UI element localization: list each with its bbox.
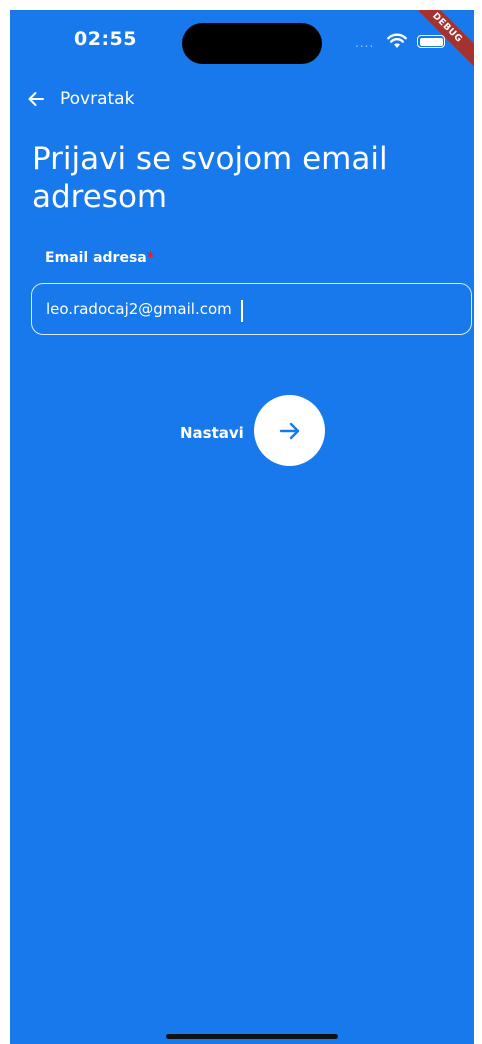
- required-mark: *: [146, 250, 155, 266]
- arrow-right-icon: [279, 422, 299, 439]
- email-label: Email adresa*: [45, 250, 154, 266]
- dynamic-island: [182, 23, 322, 64]
- back-button[interactable]: Povratak: [26, 86, 134, 112]
- home-indicator[interactable]: [166, 1034, 338, 1039]
- wifi-icon: [387, 33, 407, 48]
- battery-icon: [417, 35, 445, 48]
- status-time: 02:55: [74, 28, 137, 50]
- battery-level: [419, 37, 443, 46]
- continue-button[interactable]: [254, 395, 325, 466]
- arrow-left-icon: [28, 92, 44, 106]
- app-screen: 02:55 .... DEBUG Povratak Prijavi se svo…: [10, 10, 474, 1044]
- email-field[interactable]: [31, 283, 472, 335]
- text-cursor: [241, 300, 243, 322]
- back-label: Povratak: [60, 89, 135, 109]
- email-label-text: Email adresa: [45, 250, 147, 266]
- continue-label: Nastavi: [180, 424, 244, 442]
- page-title: Prijavi se svojom email adresom: [32, 141, 388, 215]
- cellular-signal-icon: ....: [355, 36, 375, 50]
